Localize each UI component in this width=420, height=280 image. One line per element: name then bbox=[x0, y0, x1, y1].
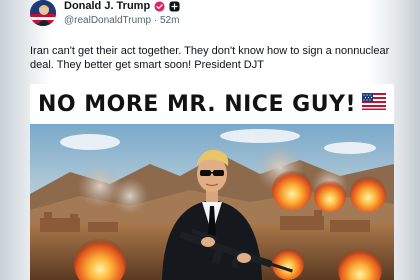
handle-row: @realDonaldTrump · 52m bbox=[64, 15, 179, 26]
author-row: Donald J. Trump bbox=[64, 0, 180, 12]
author-handle[interactable]: @realDonaldTrump bbox=[64, 15, 151, 26]
media-headline: NO MORE MR. NICE GUY! bbox=[37, 91, 357, 117]
handle-separator: · bbox=[153, 15, 158, 26]
avatar-flag-icon bbox=[30, 0, 56, 26]
verified-badge-icon bbox=[154, 0, 165, 12]
post-timestamp[interactable]: 52m bbox=[160, 15, 179, 26]
war-scene-illustration bbox=[30, 124, 394, 280]
post-header: Donald J. Trump @realDonaldTrump · 52m bbox=[30, 0, 390, 30]
us-flag-icon bbox=[362, 93, 387, 115]
avatar[interactable] bbox=[30, 0, 56, 26]
media-headline-banner: NO MORE MR. NICE GUY! bbox=[30, 89, 394, 119]
social-post: Donald J. Trump @realDonaldTrump · 52m I… bbox=[0, 0, 420, 280]
post-media-image[interactable]: NO MORE MR. NICE GUY! bbox=[30, 84, 394, 280]
follow-badge-icon[interactable] bbox=[169, 0, 180, 12]
post-text: Iran can't get their act together. They … bbox=[30, 45, 390, 71]
author-name[interactable]: Donald J. Trump bbox=[64, 0, 150, 12]
